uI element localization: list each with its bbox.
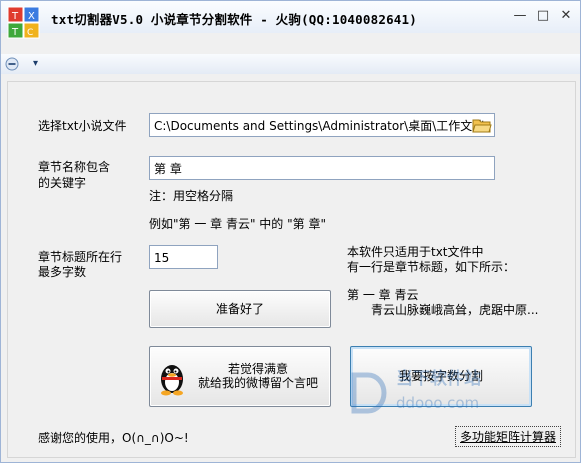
example-text: 例如"第 一 章 青云" 中的 "第 章" [149, 217, 326, 231]
title-bar[interactable]: T X T C txt切割器V5.0 小说章节分割软件 - 火驹(QQ:1040… [1, 1, 580, 39]
app-window: T X T C txt切割器V5.0 小说章节分割软件 - 火驹(QQ:1040… [0, 0, 581, 463]
quick-toolbar: ▾ [1, 54, 580, 74]
maxchars-label-line2: 最多字数 [38, 265, 87, 279]
open-folder-icon[interactable] [472, 116, 492, 134]
maxchars-input[interactable]: 15 [149, 245, 218, 269]
toolbar-dropdown-icon[interactable]: ▾ [33, 56, 38, 72]
svg-text:T: T [11, 27, 19, 38]
keyword-input[interactable]: 第 章 [149, 156, 495, 180]
file-path-input[interactable]: C:\Documents and Settings\Administrator\… [149, 113, 495, 137]
file-label: 选择txt小说文件 [38, 119, 127, 133]
info-line1: 本软件只适用于txt文件中 [347, 245, 484, 259]
round-menu-icon[interactable] [5, 57, 19, 71]
main-panel: 选择txt小说文件 C:\Documents and Settings\Admi… [7, 81, 576, 458]
keyword-label-line2: 的关键字 [38, 176, 87, 190]
matrix-calculator-link[interactable]: 多功能矩阵计算器 [455, 426, 562, 447]
close-button[interactable]: ✕ [555, 6, 577, 26]
maxchars-label-line1: 章节标题所在行 [38, 250, 123, 264]
thanks-text: 感谢您的使用，O(∩_∩)O~! [38, 431, 189, 445]
separator-note: 注：用空格分隔 [149, 189, 234, 203]
file-path-text: C:\Documents and Settings\Administrator\… [154, 119, 489, 133]
weibo-button[interactable]: 若觉得满意 就给我的微博留个言吧 [149, 346, 331, 407]
window-title: txt切割器V5.0 小说章节分割软件 - 火驹(QQ:1040082641) [51, 12, 417, 27]
sample-chapter-body: 青云山脉巍峨高耸，虎踞中原... [371, 303, 539, 317]
minimize-button[interactable]: — [509, 6, 531, 26]
app-logo-icon: T X T C [7, 6, 40, 39]
weibo-button-line2: 就给我的微博留个言吧 [198, 376, 319, 390]
split-by-count-button[interactable]: 我要按字数分割 [350, 346, 532, 407]
info-line2: 有一行是章节标题，如下所示： [347, 260, 516, 274]
ready-button[interactable]: 准备好了 [149, 290, 331, 328]
keyword-label-line1: 章节名称包含 [38, 160, 111, 174]
qq-penguin-icon [161, 365, 183, 396]
sample-chapter-title: 第 一 章 青云 [347, 288, 419, 302]
svg-text:T: T [11, 11, 19, 22]
maximize-button[interactable]: □ [532, 6, 554, 26]
svg-text:X: X [28, 11, 35, 22]
svg-text:C: C [27, 28, 33, 38]
